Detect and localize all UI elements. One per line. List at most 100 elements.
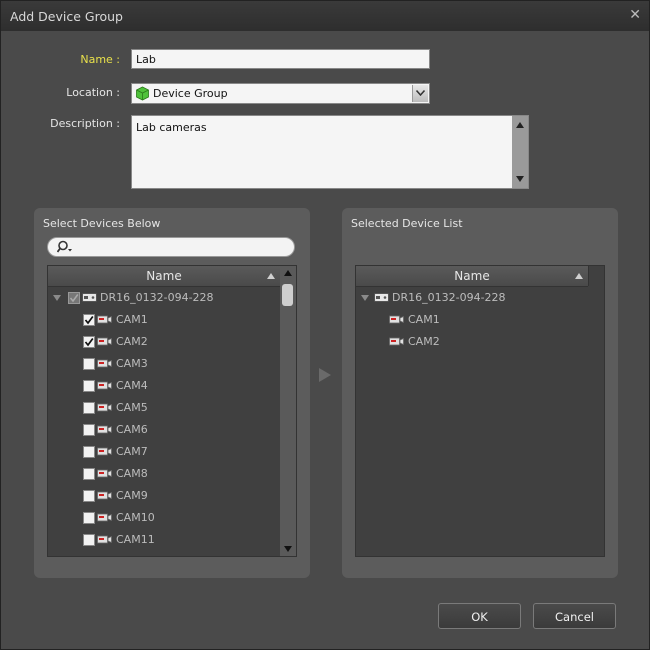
add-device-group-dialog: Add Device Group ✕ Name : Lab Location :… (0, 0, 650, 650)
name-value: Lab (136, 53, 156, 66)
description-scrollbar[interactable] (512, 116, 528, 188)
camera-list-item[interactable]: CAM3 (48, 353, 280, 375)
recorder-icon (374, 293, 389, 302)
description-label: Description : (50, 117, 120, 130)
selected-name-column-header[interactable]: Name (356, 266, 588, 287)
camera-list-item[interactable]: CAM6 (48, 419, 280, 441)
camera-icon (97, 469, 112, 478)
scroll-down-icon[interactable] (516, 176, 524, 182)
selected-device-list-panel: Selected Device List Name DR16_0132-094-… (342, 208, 618, 578)
scroll-down-icon[interactable] (284, 546, 292, 552)
selected-camera-label: CAM2 (408, 335, 440, 348)
camera-icon (97, 381, 112, 390)
camera-checkbox[interactable] (83, 424, 95, 436)
camera-list-item[interactable]: CAM9 (48, 485, 280, 507)
name-column-header-label: Name (146, 269, 182, 283)
camera-label: CAM6 (116, 423, 148, 436)
camera-label: CAM3 (116, 357, 148, 370)
close-icon[interactable]: ✕ (629, 7, 641, 23)
camera-list-item[interactable]: CAM5 (48, 397, 280, 419)
camera-checkbox[interactable] (83, 380, 95, 392)
add-arrow-icon[interactable] (319, 368, 331, 382)
camera-label: CAM11 (116, 533, 155, 546)
name-column-header[interactable]: Name (48, 266, 280, 287)
description-value: Lab cameras (136, 121, 207, 134)
selected-device-node[interactable]: DR16_0132-094-228 (356, 287, 588, 309)
camera-icon (97, 425, 112, 434)
expand-icon[interactable] (53, 295, 61, 301)
camera-checkbox[interactable] (83, 512, 95, 524)
camera-list-item[interactable]: CAM4 (48, 375, 280, 397)
selected-device-grid: Name DR16_0132-094-228 CAM1 CAM2 (355, 265, 605, 557)
camera-icon (97, 491, 112, 500)
window-title: Add Device Group (10, 9, 123, 24)
camera-label: CAM7 (116, 445, 148, 458)
sort-ascending-icon[interactable] (575, 273, 583, 279)
selected-camera-item[interactable]: CAM2 (356, 331, 588, 353)
title-bar: Add Device Group ✕ (1, 1, 649, 31)
camera-icon (97, 513, 112, 522)
camera-label: CAM4 (116, 379, 148, 392)
camera-list-item[interactable]: CAM10 (48, 507, 280, 529)
camera-checkbox[interactable] (83, 402, 95, 414)
camera-icon (97, 315, 112, 324)
camera-icon (97, 535, 112, 544)
camera-icon (97, 359, 112, 368)
camera-checkbox[interactable] (83, 358, 95, 370)
sort-ascending-icon[interactable] (267, 273, 275, 279)
camera-list-item[interactable]: CAM11 (48, 529, 280, 551)
device-tree-node[interactable]: DR16_0132-094-228 (48, 287, 280, 309)
recorder-icon (82, 293, 97, 302)
scroll-up-icon[interactable] (284, 270, 292, 276)
camera-icon (97, 337, 112, 346)
check-icon (69, 294, 79, 303)
cancel-button[interactable]: Cancel (533, 603, 616, 629)
check-icon (84, 315, 94, 325)
location-label: Location : (66, 86, 120, 99)
check-icon (84, 337, 94, 347)
expand-icon[interactable] (361, 295, 369, 301)
camera-checkbox[interactable] (83, 446, 95, 458)
camera-list-item[interactable]: CAM1 (48, 309, 280, 331)
selected-name-column-header-label: Name (454, 269, 490, 283)
camera-checkbox[interactable] (83, 336, 95, 348)
device-checkbox[interactable] (68, 292, 80, 304)
selected-device-list-title: Selected Device List (351, 217, 463, 230)
location-dropdown[interactable]: Device Group (131, 83, 430, 104)
description-textarea[interactable]: Lab cameras (131, 115, 529, 189)
camera-list-item[interactable]: CAM8 (48, 463, 280, 485)
camera-checkbox[interactable] (83, 314, 95, 326)
camera-list-item[interactable]: CAM7 (48, 441, 280, 463)
camera-checkbox[interactable] (83, 556, 95, 557)
ok-button[interactable]: OK (438, 603, 521, 629)
name-label: Name : (80, 53, 120, 66)
select-devices-title: Select Devices Below (43, 217, 161, 230)
location-value: Device Group (153, 87, 228, 100)
camera-label: CAM5 (116, 401, 148, 414)
selected-camera-label: CAM1 (408, 313, 440, 326)
camera-label: CAM2 (116, 335, 148, 348)
camera-label: CAM8 (116, 467, 148, 480)
device-tree-grid: Name DR16_0132-094-228 CAM1 CAM2 CAM3 CAM4 CA… (47, 265, 297, 557)
camera-checkbox[interactable] (83, 534, 95, 546)
selected-camera-item[interactable]: CAM1 (356, 309, 588, 331)
scroll-up-icon[interactable] (516, 122, 524, 128)
camera-list-item[interactable]: CAM2 (48, 331, 280, 353)
location-dropdown-button[interactable] (412, 85, 428, 102)
camera-icon (389, 315, 404, 324)
scroll-thumb[interactable] (282, 284, 293, 306)
camera-icon (97, 447, 112, 456)
camera-checkbox[interactable] (83, 490, 95, 502)
device-label: DR16_0132-094-228 (100, 291, 214, 304)
camera-checkbox[interactable] (83, 468, 95, 480)
header-divider (588, 266, 589, 286)
chevron-down-icon (416, 90, 425, 96)
camera-list-item[interactable] (48, 551, 280, 557)
select-devices-panel: Select Devices Below Name DR16_0132-094-… (34, 208, 310, 578)
device-search-input[interactable] (47, 237, 295, 257)
selected-device-label: DR16_0132-094-228 (392, 291, 506, 304)
camera-icon (389, 337, 404, 346)
name-input[interactable]: Lab (131, 49, 430, 69)
device-tree-scrollbar[interactable] (280, 266, 296, 556)
camera-label: CAM1 (116, 313, 148, 326)
